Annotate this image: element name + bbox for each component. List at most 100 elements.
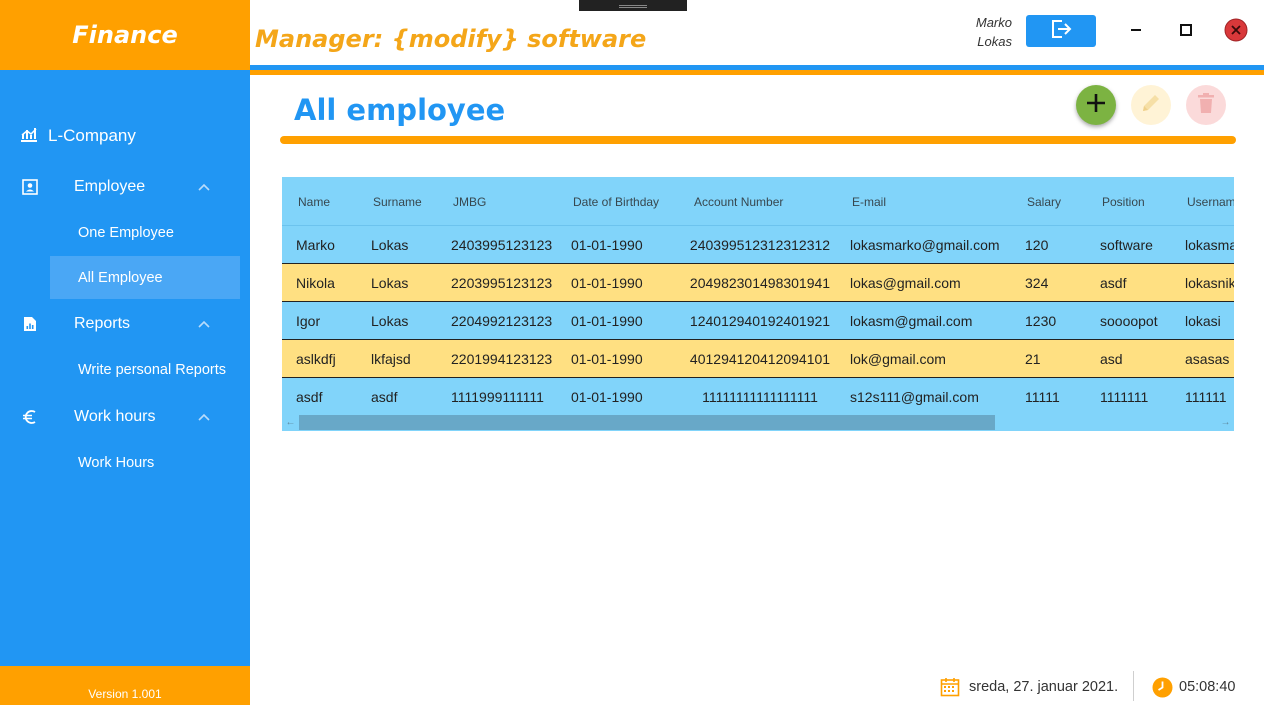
cell-name: Igor: [296, 312, 321, 329]
nav-item-write-personal-reports[interactable]: Write personal Reports: [50, 348, 240, 391]
nav-group-reports[interactable]: Reports: [20, 311, 220, 337]
cell-date-of-birthday: 01-01-1990: [571, 350, 643, 367]
calendar-icon: [940, 677, 960, 697]
employee-table: Name Surname JMBG Date of Birthday Accou…: [282, 177, 1234, 431]
cell-jmbg: 2204992123123: [451, 312, 553, 329]
user-last-name: Lokas: [977, 34, 1012, 49]
table-row[interactable]: Nikola Lokas 2203995123123 01-01-1990 20…: [282, 264, 1234, 302]
column-header-username[interactable]: Usernam: [1187, 177, 1234, 226]
column-header-jmbg[interactable]: JMBG: [453, 177, 486, 226]
column-header-name[interactable]: Name: [298, 177, 330, 226]
close-button[interactable]: [1224, 18, 1248, 44]
cell-position: soooopot: [1100, 312, 1158, 329]
status-date-text: sreda, 27. januar 2021.: [969, 679, 1119, 695]
cell-account-number: 204982301498301941: [689, 274, 831, 291]
cell-position: asd: [1100, 350, 1123, 367]
cell-account-number: 124012940192401921: [689, 312, 831, 329]
column-header-surname[interactable]: Surname: [373, 177, 422, 226]
column-header-position[interactable]: Position: [1102, 177, 1145, 226]
minimize-button[interactable]: [1124, 20, 1148, 44]
cell-date-of-birthday: 01-01-1990: [571, 312, 643, 329]
cell-email: lokasmarko@gmail.com: [850, 236, 1000, 253]
cell-position: asdf: [1100, 274, 1127, 291]
column-header-salary[interactable]: Salary: [1027, 177, 1061, 226]
cell-salary: 1230: [1025, 312, 1057, 329]
scroll-right-icon[interactable]: →: [1217, 414, 1234, 431]
brand-title: Finance: [72, 21, 178, 49]
cell-username: 111111: [1185, 388, 1227, 405]
company-item[interactable]: L-Company: [20, 124, 136, 148]
maximize-button[interactable]: [1174, 20, 1198, 44]
cell-surname: Lokas: [371, 236, 409, 253]
cell-jmbg: 2201994123123: [451, 350, 553, 367]
cell-username: asasas: [1185, 350, 1230, 367]
cell-name: Marko: [296, 236, 335, 253]
scrollbar-thumb[interactable]: [299, 415, 995, 430]
edit-employee-button[interactable]: [1131, 85, 1171, 125]
cell-salary: 21: [1025, 350, 1041, 367]
cell-salary: 324: [1025, 274, 1049, 291]
table-row[interactable]: asdf asdf 1111999111111 01-01-1990 11111…: [282, 378, 1234, 416]
header-divider-orange: [250, 70, 1264, 75]
table-row[interactable]: Marko Lokas 2403995123123 01-01-1990 240…: [282, 226, 1234, 264]
column-header-email[interactable]: E-mail: [852, 177, 886, 226]
sidebar: Finance L-Company Employee One Employee …: [0, 0, 250, 705]
brand: Finance: [0, 0, 250, 70]
column-header-date-of-birthday[interactable]: Date of Birthday: [573, 177, 659, 226]
logout-icon: [1050, 19, 1072, 44]
user-first-name: Marko: [975, 15, 1012, 30]
scroll-left-icon[interactable]: ←: [282, 414, 299, 431]
cell-account-number: 401294120412094101: [689, 350, 831, 367]
horizontal-scrollbar[interactable]: ← →: [282, 414, 1234, 431]
chevron-up-icon: [198, 315, 210, 333]
table-row[interactable]: aslkdfj lkfajsd 2201994123123 01-01-1990…: [282, 340, 1234, 378]
nav-group-work-hours[interactable]: Work hours: [20, 404, 220, 430]
nav-item-one-employee[interactable]: One Employee: [50, 211, 240, 254]
cell-surname: lkfajsd: [371, 350, 411, 367]
chart-icon: [20, 126, 40, 147]
cell-name: Nikola: [296, 274, 335, 291]
status-time-text: 05:08:40: [1179, 679, 1236, 695]
nav-item-all-employee[interactable]: All Employee: [50, 256, 240, 299]
delete-employee-button[interactable]: [1186, 85, 1226, 125]
status-time: 05:08:40: [1152, 676, 1235, 698]
cell-position: software: [1100, 236, 1153, 253]
cell-email: lok@gmail.com: [850, 350, 946, 367]
minimize-icon: [1130, 23, 1142, 41]
column-header-account-number[interactable]: Account Number: [694, 177, 783, 226]
nav-group-employee[interactable]: Employee: [20, 174, 220, 200]
cell-username: lokasma: [1185, 236, 1234, 253]
cell-account-number: 240399512312312312: [689, 236, 831, 253]
nav-item-work-hours[interactable]: Work Hours: [50, 441, 240, 484]
version-text: Version 1.001: [88, 686, 162, 701]
cell-jmbg: 2403995123123: [451, 236, 553, 253]
add-employee-button[interactable]: [1076, 85, 1116, 125]
window-drag-handle[interactable]: [579, 0, 687, 11]
nav-item-write-personal-reports-label: Write personal Reports: [78, 361, 227, 378]
title-underline: [280, 136, 1236, 144]
pencil-icon: [1140, 92, 1162, 119]
app-title: Manager: {modify} software: [255, 25, 647, 53]
company-label: L-Company: [48, 126, 136, 145]
nav-item-one-employee-label: One Employee: [78, 224, 174, 241]
cell-surname: asdf: [371, 388, 398, 405]
table-header: Name Surname JMBG Date of Birthday Accou…: [282, 177, 1234, 226]
maximize-icon: [1180, 23, 1192, 41]
table-row[interactable]: Igor Lokas 2204992123123 01-01-1990 1240…: [282, 302, 1234, 340]
logout-button[interactable]: [1026, 15, 1096, 47]
version-label: Version 1.001: [0, 666, 250, 705]
nav-group-work-hours-label: Work hours: [74, 408, 156, 425]
cell-username: lokasi: [1185, 312, 1221, 329]
trash-icon: [1196, 92, 1216, 119]
user-name: Marko Lokas: [960, 13, 1012, 51]
cell-date-of-birthday: 01-01-1990: [571, 274, 643, 291]
cell-surname: Lokas: [371, 312, 409, 329]
report-icon: [20, 316, 40, 332]
cell-salary: 11111: [1025, 388, 1060, 405]
cell-email: lokasm@gmail.com: [850, 312, 973, 329]
plus-icon: [1085, 92, 1107, 119]
cell-surname: Lokas: [371, 274, 409, 291]
cell-username: lokasnik: [1185, 274, 1234, 291]
clock-icon: [1152, 677, 1173, 698]
cell-account-number: 11111111111111111: [702, 388, 818, 405]
